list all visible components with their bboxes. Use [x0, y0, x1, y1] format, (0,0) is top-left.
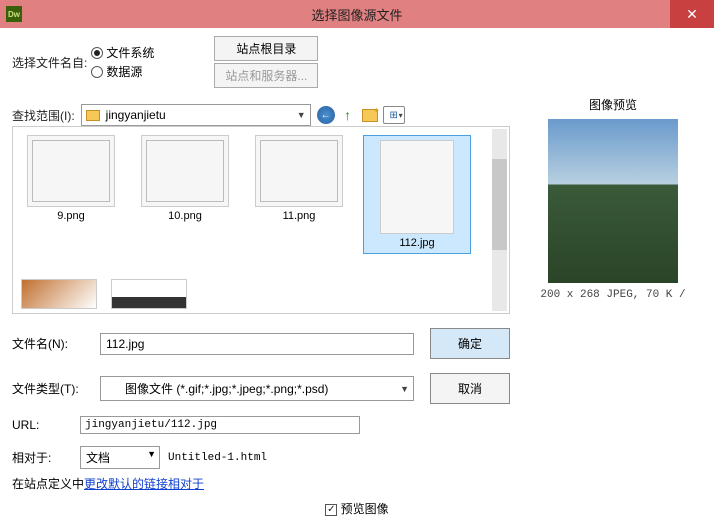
url-label: URL:: [12, 418, 72, 432]
nav-newfolder-icon[interactable]: [361, 106, 379, 124]
radio-filesystem[interactable]: 文件系统: [91, 44, 154, 61]
nav-viewmode-icon[interactable]: ⊞: [383, 106, 405, 124]
app-icon: Dw: [6, 6, 22, 22]
radio-icon: [91, 47, 103, 59]
filetype-label: 文件类型(T):: [12, 380, 92, 397]
filename-label: 文件名(N):: [12, 335, 92, 352]
relative-value: 文档: [86, 451, 110, 465]
file-name: 112.jpg: [399, 237, 434, 249]
file-thumb[interactable]: 10.png: [135, 135, 235, 254]
thumbnail-image: [27, 135, 115, 207]
preview-title: 图像预览: [524, 96, 702, 113]
window-title: 选择图像源文件: [311, 5, 402, 24]
file-thumb-selected[interactable]: 112.jpg: [363, 135, 471, 254]
file-thumb[interactable]: 11.png: [249, 135, 349, 254]
radio-label: 数据源: [106, 63, 142, 80]
site-root-button[interactable]: 站点根目录: [214, 36, 318, 61]
filetype-value: 图像文件 (*.gif;*.jpg;*.jpeg;*.png;*.psd): [125, 380, 328, 397]
source-radio-group: 文件系统 数据源: [91, 44, 154, 80]
url-input[interactable]: [80, 416, 360, 434]
thumbnail-image: [141, 135, 229, 207]
site-servers-button[interactable]: 站点和服务器...: [214, 63, 318, 88]
file-name: 10.png: [168, 210, 202, 222]
titlebar: Dw 选择图像源文件 ✕: [0, 0, 714, 28]
nav-up-icon[interactable]: ↑: [339, 106, 357, 124]
scrollbar[interactable]: [492, 129, 507, 311]
scrollbar-thumb[interactable]: [492, 159, 507, 250]
filename-input[interactable]: [100, 333, 414, 355]
source-label: 选择文件名自:: [12, 54, 87, 71]
file-list: 9.png 10.png 11.png 112.jpg: [12, 126, 510, 314]
lookup-folder-combo[interactable]: jingyanjietu ▼: [81, 104, 311, 126]
change-default-link[interactable]: 更改默认的链接相对于: [84, 477, 204, 491]
file-thumb[interactable]: 9.png: [21, 135, 121, 254]
close-button[interactable]: ✕: [670, 0, 714, 28]
radio-datasource[interactable]: 数据源: [91, 63, 154, 80]
relative-label: 相对于:: [12, 449, 72, 466]
chevron-down-icon: ▼: [297, 110, 306, 120]
file-name: 11.png: [283, 210, 316, 222]
file-name: 9.png: [57, 210, 85, 222]
folder-name: jingyanjietu: [106, 108, 166, 122]
relative-combo[interactable]: 文档 ▼: [80, 446, 160, 469]
cancel-button[interactable]: 取消: [430, 373, 510, 404]
chevron-down-icon: ▼: [400, 384, 409, 394]
file-thumb-partial[interactable]: [21, 279, 97, 309]
filetype-combo[interactable]: 图像文件 (*.gif;*.jpg;*.jpeg;*.png;*.psd) ▼: [100, 376, 414, 401]
ok-button[interactable]: 确定: [430, 328, 510, 359]
preview-checkbox[interactable]: [325, 504, 337, 516]
radio-icon: [91, 66, 103, 78]
relative-file: Untitled-1.html: [168, 452, 267, 464]
folder-icon: [86, 110, 100, 121]
file-thumb-partial[interactable]: [111, 279, 187, 309]
thumbnail-image: [255, 135, 343, 207]
preview-image: [548, 119, 678, 283]
lookup-label: 查找范围(I):: [12, 107, 75, 124]
thumbnail-image: [380, 140, 454, 234]
preview-checkbox-label: 预览图像: [341, 502, 389, 516]
nav-back-icon[interactable]: ←: [317, 106, 335, 124]
preview-info: 200 x 268 JPEG, 70 K /: [524, 289, 702, 301]
note-prefix: 在站点定义中: [12, 477, 84, 491]
radio-label: 文件系统: [106, 44, 154, 61]
chevron-down-icon: ▼: [147, 449, 156, 459]
